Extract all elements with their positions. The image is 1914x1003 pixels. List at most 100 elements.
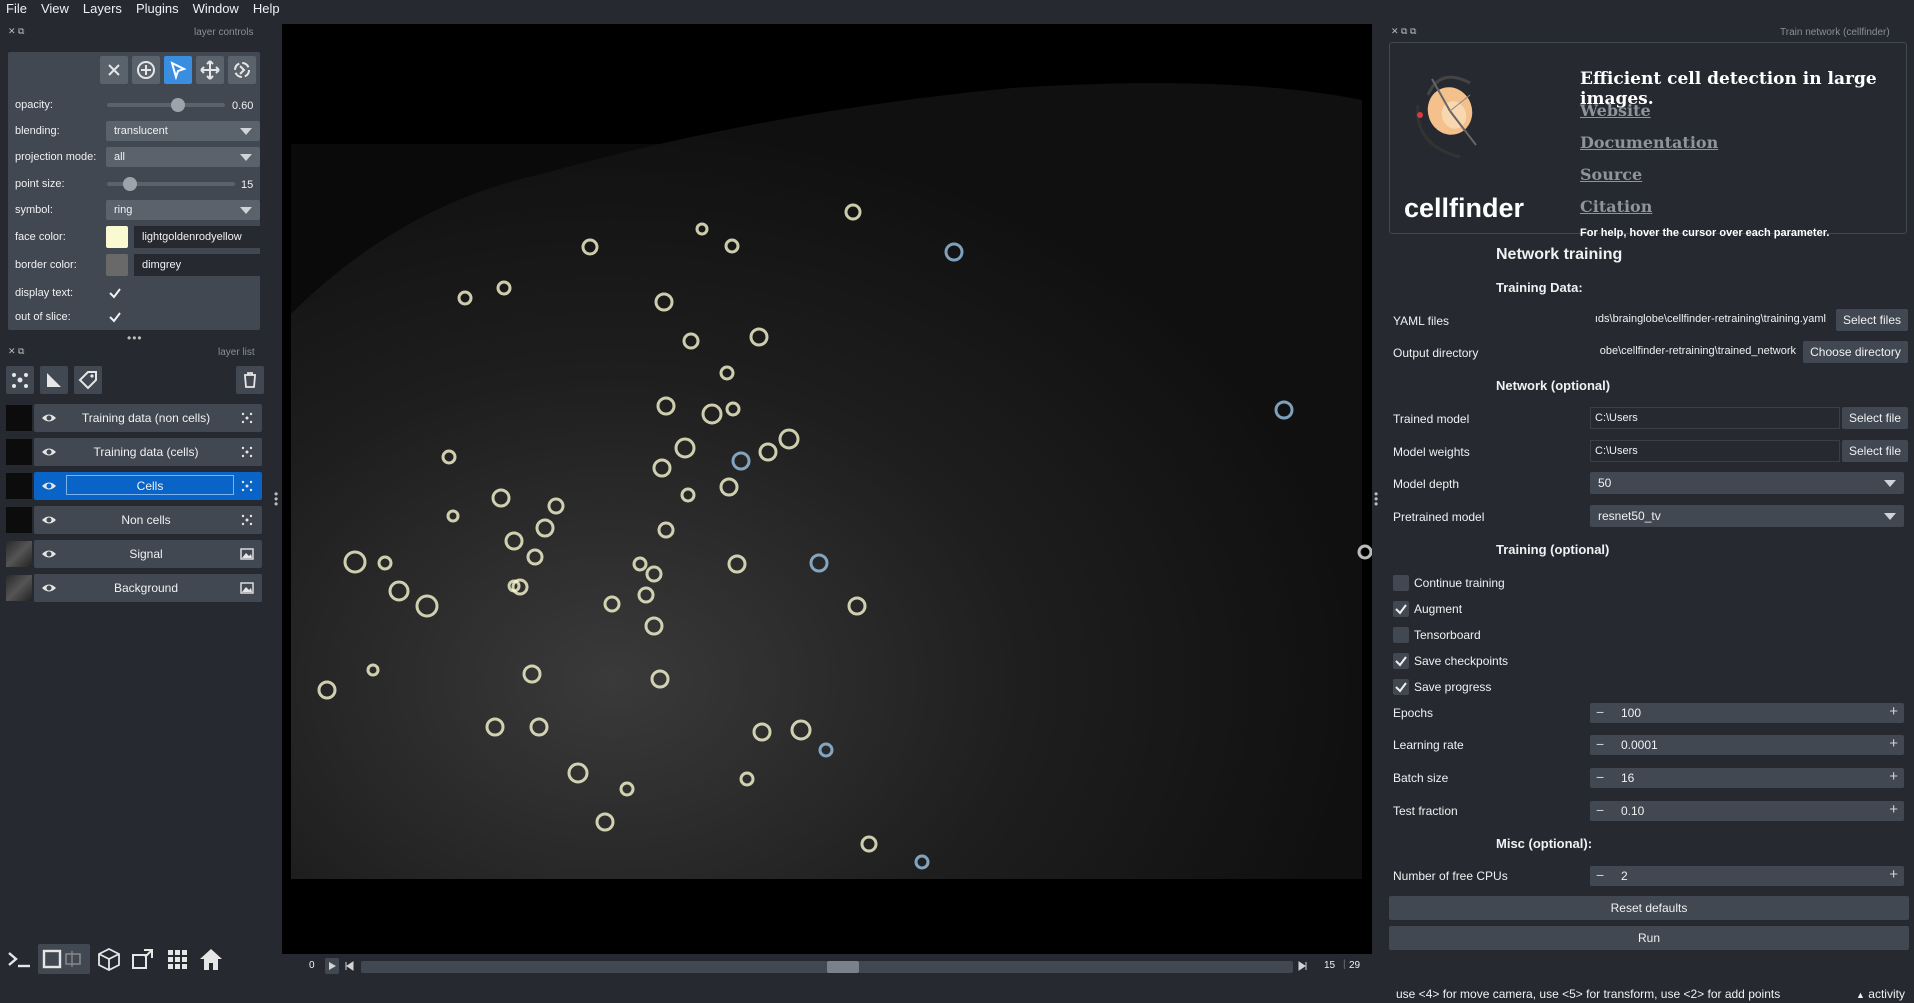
projection-select[interactable]: all	[106, 147, 260, 167]
add-points-button[interactable]	[132, 56, 160, 84]
increment-icon[interactable]: +	[1889, 735, 1898, 752]
opacity-slider-handle[interactable]	[170, 98, 185, 112]
menu-view[interactable]: View	[35, 0, 77, 18]
select-files-button[interactable]: Select files	[1836, 309, 1908, 331]
console-button[interactable]	[4, 944, 34, 974]
border-color-input[interactable]: dimgrey	[134, 254, 260, 276]
eye-icon[interactable]	[41, 412, 57, 424]
increment-icon[interactable]: +	[1889, 801, 1898, 818]
symbol-select[interactable]: ring	[106, 200, 260, 220]
right-dock-splitter[interactable]: • • •	[1374, 488, 1378, 510]
decrement-icon[interactable]: −	[1596, 802, 1604, 818]
delete-points-button[interactable]	[100, 56, 128, 84]
eye-icon[interactable]	[41, 446, 57, 458]
test-fraction-spinbox[interactable]: − 0.10 +	[1590, 801, 1904, 821]
free-cpus-spinbox[interactable]: − 2 +	[1590, 866, 1904, 886]
select-model-weights-button[interactable]: Select file	[1842, 440, 1908, 462]
output-dir-input[interactable]: obe\cellfinder-retraining\trained_networ…	[1590, 341, 1800, 363]
layer-row[interactable]: Training data (non cells)	[34, 404, 262, 432]
new-points-layer-button[interactable]	[6, 366, 34, 394]
layer-name[interactable]: Cells	[66, 475, 234, 495]
increment-icon[interactable]: +	[1889, 768, 1898, 785]
transform-button[interactable]	[228, 56, 256, 84]
layer-controls-panel: opacity: 0.60 blending: translucent proj…	[8, 52, 260, 330]
pan-zoom-button[interactable]	[196, 56, 224, 84]
increment-icon[interactable]: +	[1889, 866, 1898, 883]
model-weights-input[interactable]: C:\Users	[1590, 440, 1840, 462]
menu-file[interactable]: File	[0, 0, 35, 18]
layer-row[interactable]: Signal	[34, 540, 262, 568]
learning-rate-spinbox[interactable]: − 0.0001 +	[1590, 735, 1904, 755]
layer-row[interactable]: Background	[34, 574, 262, 602]
dims-slider-track[interactable]	[361, 961, 1293, 973]
play-button[interactable]	[325, 958, 339, 974]
layer-row[interactable]: Training data (cells)	[34, 438, 262, 466]
source-link[interactable]: Source	[1580, 165, 1642, 184]
dock-close-float-icons[interactable]: ✕ ⧉	[8, 26, 24, 37]
run-button[interactable]: Run	[1389, 926, 1909, 950]
yaml-input[interactable]: ıds\brainglobe\cellfinder-retraining\tra…	[1590, 309, 1830, 331]
model-depth-select[interactable]: 50	[1590, 472, 1904, 494]
blending-select[interactable]: translucent	[106, 121, 260, 141]
dock-splitter-handle[interactable]: •••	[127, 331, 143, 345]
eye-icon[interactable]	[41, 582, 57, 594]
eye-icon[interactable]	[41, 480, 57, 492]
ndisplay-button[interactable]	[38, 944, 90, 974]
delete-layer-button[interactable]	[236, 366, 264, 394]
layer-row[interactable]: Cells	[34, 472, 262, 500]
border-color-swatch[interactable]	[106, 254, 128, 276]
face-color-swatch[interactable]	[106, 226, 128, 248]
batch-size-spinbox[interactable]: − 16 +	[1590, 768, 1904, 788]
choose-directory-button[interactable]: Choose directory	[1803, 341, 1908, 363]
eye-icon[interactable]	[41, 548, 57, 560]
reset-defaults-button[interactable]: Reset defaults	[1389, 896, 1909, 920]
eye-icon[interactable]	[41, 514, 57, 526]
roll-dims-button[interactable]	[94, 944, 124, 974]
decrement-icon[interactable]: −	[1596, 867, 1604, 883]
opacity-slider[interactable]	[107, 103, 225, 107]
transpose-dims-button[interactable]	[128, 944, 158, 974]
increment-icon[interactable]: +	[1889, 703, 1898, 720]
checkbox[interactable]	[1393, 601, 1409, 617]
home-button[interactable]	[196, 944, 226, 974]
left-dock-splitter[interactable]: • • •	[274, 488, 278, 510]
menu-help[interactable]: Help	[247, 0, 288, 18]
decrement-icon[interactable]: −	[1596, 769, 1604, 785]
step-forward-button[interactable]	[1297, 958, 1309, 974]
menu-window[interactable]: Window	[187, 0, 247, 18]
select-trained-model-button[interactable]: Select file	[1842, 407, 1908, 429]
checkbox[interactable]	[1393, 679, 1409, 695]
out-of-slice-checkbox[interactable]	[108, 310, 122, 324]
checkbox[interactable]	[1393, 575, 1409, 591]
display-text-checkbox[interactable]	[108, 286, 122, 300]
decrement-icon[interactable]: −	[1596, 704, 1604, 720]
viewer-canvas[interactable]	[282, 24, 1372, 954]
dock-close-float-icons[interactable]: ✕ ⧉	[8, 346, 24, 357]
dims-slider-handle[interactable]	[826, 961, 859, 973]
grid-view-button[interactable]	[162, 944, 192, 974]
cube-icon	[98, 947, 120, 972]
symbol-row: symbol: ring	[8, 199, 260, 221]
decrement-icon[interactable]: −	[1596, 736, 1604, 752]
point-size-slider-handle[interactable]	[123, 177, 137, 191]
citation-link[interactable]: Citation	[1580, 197, 1652, 216]
menu-plugins[interactable]: Plugins	[130, 0, 187, 18]
face-color-input[interactable]: lightgoldenrodyellow	[134, 226, 260, 248]
select-points-button[interactable]	[164, 56, 192, 84]
pretrained-model-select[interactable]: resnet50_tv	[1590, 505, 1904, 527]
website-link[interactable]: Website	[1580, 101, 1651, 120]
step-back-button[interactable]	[343, 958, 355, 974]
new-shapes-layer-button[interactable]	[40, 366, 68, 394]
new-labels-layer-button[interactable]	[74, 366, 102, 394]
trained-model-input[interactable]: C:\Users	[1590, 407, 1840, 429]
activity-button[interactable]: ▲ activity	[1856, 987, 1905, 1001]
documentation-link[interactable]: Documentation	[1580, 133, 1718, 152]
checkbox[interactable]	[1393, 653, 1409, 669]
layer-row[interactable]: Non cells	[34, 506, 262, 534]
menu-layers[interactable]: Layers	[77, 0, 130, 18]
checkbox[interactable]	[1393, 627, 1409, 643]
points-icon	[12, 373, 28, 388]
image-view[interactable]	[282, 24, 1372, 954]
cursor-arrow-icon	[170, 61, 187, 80]
epochs-spinbox[interactable]: − 100 +	[1590, 703, 1904, 723]
